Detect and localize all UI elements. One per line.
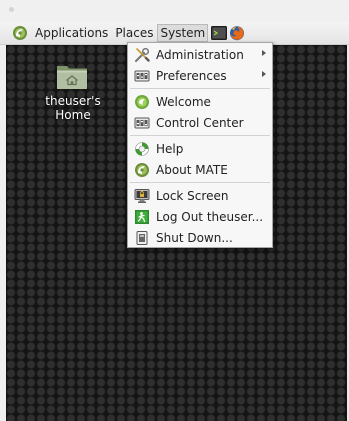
- menu-item-label: Lock Screen: [156, 188, 229, 203]
- menu-item-label: Preferences: [156, 68, 227, 83]
- menu-item-log-out[interactable]: Log Out theuser...: [128, 206, 272, 227]
- wrench-screwdriver-icon: [134, 47, 150, 62]
- menu-item-help[interactable]: Help: [128, 138, 272, 159]
- menu-item-preferences[interactable]: Preferences: [128, 65, 272, 86]
- menu-item-welcome[interactable]: Welcome: [128, 91, 272, 112]
- menu-item-lock-screen[interactable]: Lock Screen: [128, 185, 272, 206]
- help-lifebuoy-icon: [135, 141, 149, 156]
- control-center-icon: [134, 117, 150, 128]
- submenu-arrow-icon: [262, 71, 266, 77]
- shut-down-icon: [136, 230, 148, 245]
- applications-menu[interactable]: Applications: [32, 24, 111, 42]
- preferences-panel-icon: [134, 70, 150, 81]
- menu-separator: [130, 182, 270, 183]
- menu-item-label: Administration: [156, 47, 244, 62]
- system-menu[interactable]: System: [157, 24, 209, 42]
- menu-item-label: Welcome: [156, 94, 211, 109]
- menu-item-about-mate[interactable]: About MATE: [128, 159, 272, 180]
- log-out-icon: [135, 209, 149, 224]
- menu-item-label: About MATE: [156, 162, 228, 177]
- welcome-icon: [135, 94, 149, 109]
- system-dropdown-menu: Administration Preferences Welcome Contr…: [127, 42, 273, 248]
- window-titlebar: [0, 0, 349, 22]
- menu-item-label: Shut Down...: [156, 230, 233, 245]
- menu-item-administration[interactable]: Administration: [128, 44, 272, 65]
- menu-item-label: Log Out theuser...: [156, 209, 264, 224]
- home-folder-icon[interactable]: [56, 62, 88, 90]
- mate-about-icon: [135, 162, 149, 177]
- submenu-arrow-icon: [262, 50, 266, 56]
- mate-logo-icon[interactable]: [12, 25, 28, 41]
- menu-item-control-center[interactable]: Control Center: [128, 112, 272, 133]
- menu-item-label: Control Center: [156, 115, 244, 130]
- terminal-icon[interactable]: [211, 25, 228, 41]
- menu-item-label: Help: [156, 141, 184, 156]
- window-control-dot[interactable]: [9, 7, 14, 12]
- home-folder-label[interactable]: theuser's Home: [26, 94, 120, 122]
- places-menu[interactable]: Places: [112, 24, 156, 42]
- menu-separator: [130, 135, 270, 136]
- firefox-icon[interactable]: [229, 25, 245, 41]
- lock-screen-icon: [134, 188, 150, 203]
- menu-separator: [130, 88, 270, 89]
- menu-item-shut-down[interactable]: Shut Down...: [128, 227, 272, 248]
